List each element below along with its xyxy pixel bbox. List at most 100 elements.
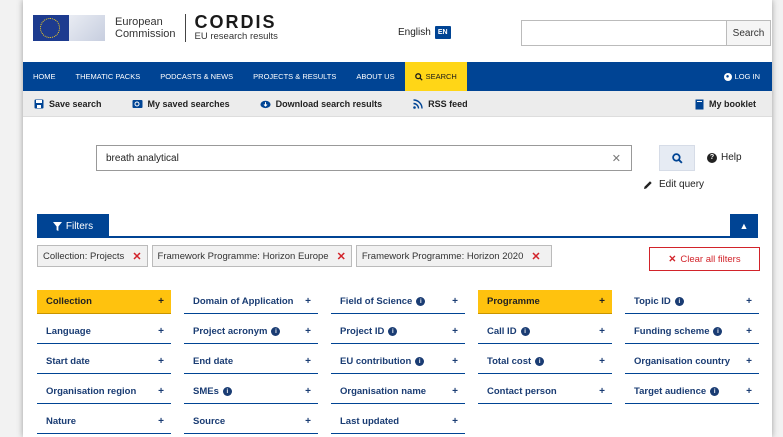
facet-call-id[interactable]: Call ID i + [478, 320, 612, 344]
facet-domain-of-application[interactable]: Domain of Application + [184, 290, 318, 314]
cordis-page-card: European Commission CORDIS EU research r… [23, 0, 772, 437]
remove-filter-icon[interactable]: ✕ [337, 250, 346, 263]
download-results-button[interactable]: Download search results [260, 99, 382, 109]
expand-plus-icon: + [746, 386, 752, 397]
cloud-download-icon [260, 99, 271, 109]
facet-programme[interactable]: Programme + [478, 290, 612, 314]
facet-end-date[interactable]: End date + [184, 350, 318, 374]
facet-total-cost[interactable]: Total cost i + [478, 350, 612, 374]
filter-chip: Framework Programme: Horizon 2020 ✕ [355, 245, 552, 267]
header-search-input[interactable] [521, 20, 726, 46]
login-link[interactable]: ● LOG IN [723, 62, 760, 91]
nav-search[interactable]: SEARCH [404, 62, 467, 91]
facet-label-text: End date [193, 356, 234, 367]
info-icon[interactable]: i [674, 297, 684, 306]
help-link[interactable]: ? Help [707, 152, 742, 163]
funnel-icon [52, 221, 62, 231]
facet-label-text: Last updated [340, 416, 400, 427]
facet-organisation-region[interactable]: Organisation region + [37, 380, 171, 404]
rss-feed-button[interactable]: RSS feed [412, 99, 468, 109]
my-booklet-button[interactable]: My booklet [695, 91, 756, 117]
login-label: LOG IN [734, 72, 760, 81]
info-icon[interactable]: i [271, 327, 281, 336]
facet-language[interactable]: Language + [37, 320, 171, 344]
european-commission-logo[interactable]: European Commission CORDIS EU research r… [33, 13, 278, 42]
facet-label: Project ID i [340, 326, 398, 337]
active-filter-chips: Collection: Projects ✕ Framework Program… [37, 245, 556, 267]
ec-name: European Commission [115, 16, 176, 40]
facet-label-text: Target audience [634, 386, 707, 397]
search-toolbar: Save search My saved searches Download s… [23, 91, 772, 117]
facet-label: Last updated [340, 416, 399, 427]
facet-label: Field of Science i [340, 296, 426, 307]
clear-search-icon[interactable]: ✕ [612, 152, 621, 165]
facet-smes[interactable]: SMEs i + [184, 380, 318, 404]
nav-home[interactable]: HOME [23, 62, 66, 91]
facet-label-text: Funding scheme [634, 326, 710, 337]
facet-funding-scheme[interactable]: Funding scheme i + [625, 320, 759, 344]
nav-podcasts-news[interactable]: PODCASTS & NEWS [150, 62, 243, 91]
facet-label: Language [46, 326, 91, 337]
facet-label-text: SMEs [193, 386, 219, 397]
info-icon[interactable]: i [713, 327, 723, 336]
facet-label-text: Organisation country [634, 356, 731, 367]
nav-thematic-packs[interactable]: THEMATIC PACKS [66, 62, 151, 91]
facet-nature[interactable]: Nature + [37, 410, 171, 434]
clear-all-filters-label: Clear all filters [680, 253, 741, 265]
header-search-button[interactable]: Search [726, 20, 771, 46]
facet-collection[interactable]: Collection + [37, 290, 171, 314]
question-circle-icon: ? [707, 152, 717, 163]
facet-source[interactable]: Source + [184, 410, 318, 434]
facet-eu-contribution[interactable]: EU contribution i + [331, 350, 465, 374]
expand-plus-icon: + [746, 356, 752, 367]
main-search-input[interactable]: breath analytical ✕ [96, 145, 632, 171]
save-search-label: Save search [49, 98, 102, 109]
expand-plus-icon: + [746, 326, 752, 337]
rss-feed-label: RSS feed [428, 98, 468, 109]
floppy-disk-icon [33, 99, 44, 109]
rss-icon [412, 98, 423, 109]
facet-label: Programme [487, 296, 540, 307]
filters-tab[interactable]: Filters [37, 214, 109, 238]
info-icon[interactable]: i [222, 387, 232, 396]
my-saved-searches-label: My saved searches [147, 98, 230, 109]
facet-project-id[interactable]: Project ID i + [331, 320, 465, 344]
info-icon[interactable]: i [710, 387, 720, 396]
facet-project-acronym[interactable]: Project acronym i + [184, 320, 318, 344]
filter-chip: Framework Programme: Horizon Europe ✕ [151, 245, 352, 267]
info-icon[interactable]: i [520, 327, 530, 336]
facet-label: Organisation name [340, 386, 426, 397]
main-search-button[interactable] [659, 145, 695, 171]
save-search-button[interactable]: Save search [33, 99, 102, 109]
facet-organisation-name[interactable]: Organisation name + [331, 380, 465, 404]
language-selector[interactable]: English EN [398, 26, 451, 39]
edit-query-link[interactable]: Edit query [643, 179, 704, 190]
collapse-filters-button[interactable]: ▲ [730, 214, 758, 238]
filter-chip-label: Framework Programme: Horizon 2020 [361, 250, 524, 262]
facet-last-updated[interactable]: Last updated + [331, 410, 465, 434]
nav-projects-results[interactable]: PROJECTS & RESULTS [243, 62, 346, 91]
info-icon[interactable]: i [415, 357, 425, 366]
remove-filter-icon[interactable]: ✕ [132, 250, 141, 263]
facet-field-of-science[interactable]: Field of Science i + [331, 290, 465, 314]
nav-search-label: SEARCH [425, 72, 457, 81]
nav-about-us[interactable]: ABOUT US [346, 62, 404, 91]
clear-all-filters-button[interactable]: ✕ Clear all filters [649, 247, 760, 271]
site-header: European Commission CORDIS EU research r… [23, 0, 772, 62]
expand-plus-icon: + [305, 356, 311, 367]
facet-topic-id[interactable]: Topic ID i + [625, 290, 759, 314]
info-icon[interactable]: i [388, 327, 398, 336]
my-saved-searches-button[interactable]: My saved searches [132, 99, 230, 109]
facet-target-audience[interactable]: Target audience i + [625, 380, 759, 404]
expand-plus-icon: + [305, 326, 311, 337]
facet-contact-person[interactable]: Contact person + [478, 380, 612, 404]
expand-plus-icon: + [305, 296, 311, 307]
info-icon[interactable]: i [535, 357, 545, 366]
filter-chip-label: Collection: Projects [43, 250, 125, 262]
info-icon[interactable]: i [416, 297, 426, 306]
facet-start-date[interactable]: Start date + [37, 350, 171, 374]
remove-filter-icon[interactable]: ✕ [531, 250, 540, 263]
expand-plus-icon: + [158, 356, 164, 367]
facet-label-text: Total cost [487, 356, 532, 367]
facet-organisation-country[interactable]: Organisation country + [625, 350, 759, 374]
